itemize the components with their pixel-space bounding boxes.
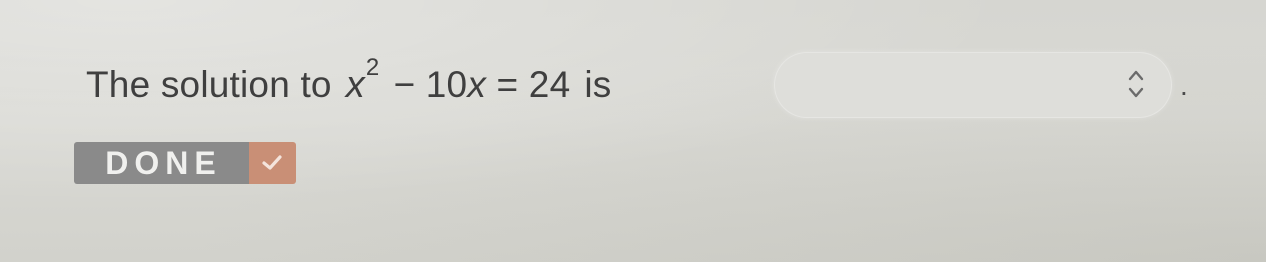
- equation-rhs: = 24: [486, 64, 571, 105]
- equation-exponent: 2: [365, 54, 380, 81]
- answer-dropdown[interactable]: [774, 52, 1172, 118]
- chevron-updown-icon[interactable]: [1127, 66, 1145, 102]
- question-suffix: is: [584, 64, 612, 105]
- equation-variable-2: x: [467, 64, 487, 105]
- check-icon-container: [248, 142, 296, 184]
- done-button[interactable]: DONE: [74, 142, 296, 184]
- equation-variable: x: [345, 63, 365, 106]
- equation-term: − 10: [393, 64, 468, 105]
- check-icon: [262, 155, 283, 170]
- equation-rest: − 10x = 24: [393, 64, 570, 106]
- done-button-label: DONE: [74, 142, 249, 184]
- question-prefix: The solution to: [86, 64, 332, 105]
- question-text: The solution to x 2 − 10x = 24 is: [86, 52, 611, 118]
- sentence-period: .: [1180, 70, 1188, 101]
- equation: x 2 − 10x = 24: [345, 54, 571, 107]
